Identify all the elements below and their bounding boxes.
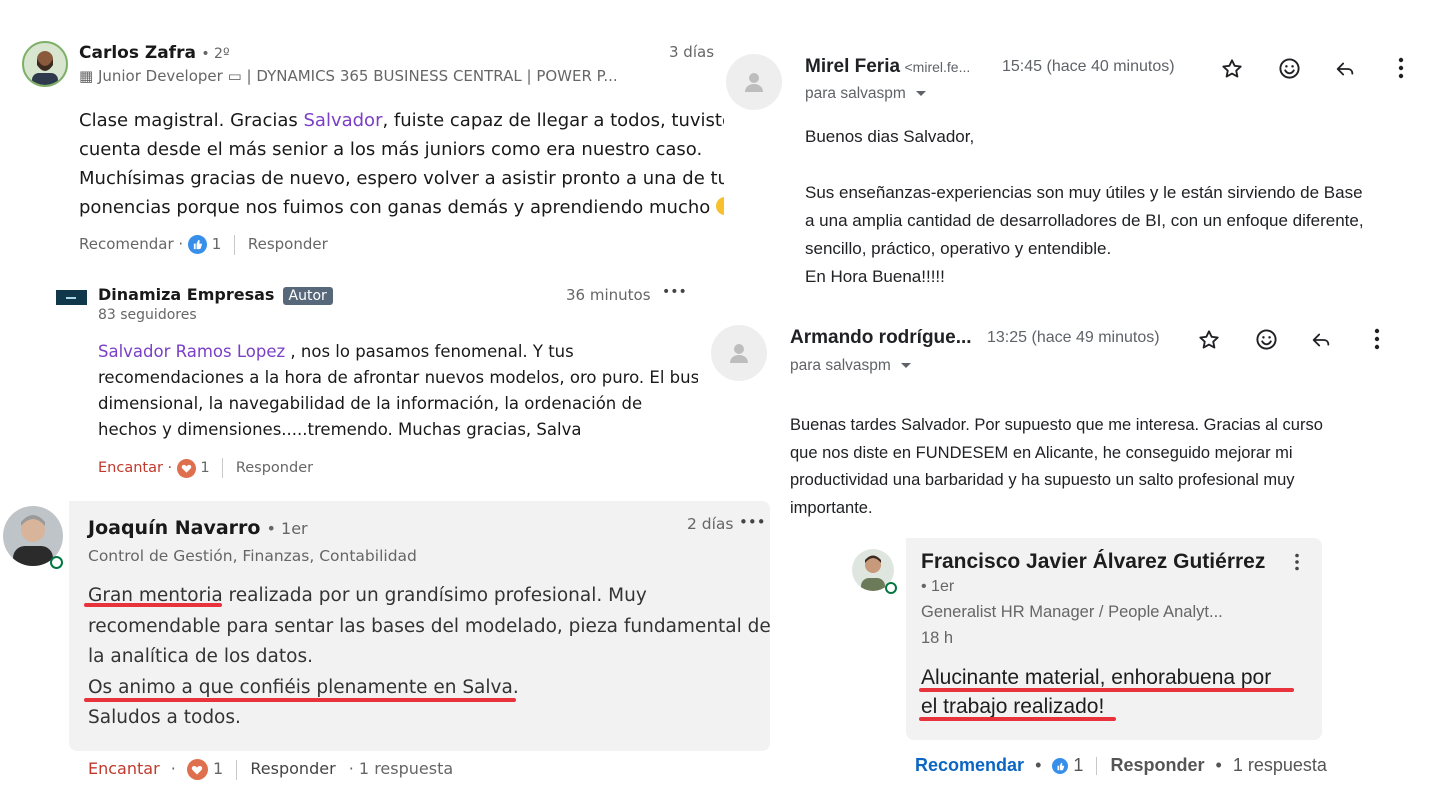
connection-degree: • 1er	[921, 578, 955, 595]
email-time: 15:45 (hace 40 minutos)	[1002, 58, 1175, 75]
highlight-underline	[84, 698, 516, 702]
online-status-icon	[50, 556, 63, 569]
email-body: Buenos dias Salvador, Sus enseñanzas-exp…	[805, 127, 1364, 286]
comment-time: 36 minutos	[566, 286, 651, 304]
online-status-icon	[885, 582, 897, 594]
highlight-underline	[919, 688, 1294, 692]
like-button[interactable]: Recomendar ·	[79, 235, 183, 253]
replies-count[interactable]: · 1 respuesta	[349, 759, 453, 778]
star-icon[interactable]	[1194, 325, 1224, 355]
comment-time: 3 días	[669, 43, 715, 61]
connection-degree: • 2º	[201, 46, 230, 62]
author-headline: Generalist HR Manager / People Analyt...	[921, 603, 1223, 621]
author-headline: Control de Gestión, Finanzas, Contabilid…	[88, 547, 417, 565]
love-button[interactable]: Encantar ·	[98, 460, 172, 476]
more-options[interactable]: •••	[739, 513, 766, 531]
love-button[interactable]: Encantar	[88, 759, 160, 778]
heart-icon	[176, 458, 196, 478]
author-name[interactable]: Francisco Javier Álvarez Gutiérrez	[921, 550, 1265, 574]
love-count: 1	[213, 759, 224, 778]
reply-arrow-icon[interactable]	[1330, 54, 1360, 84]
author-name[interactable]: Carlos Zafra	[79, 43, 196, 63]
comment-text: Salvador Ramos Lopez , nos lo pasamos fe…	[98, 342, 698, 439]
connection-degree: • 1er	[266, 519, 308, 538]
person-icon	[745, 73, 763, 92]
sender-email: <mirel.fe...	[904, 59, 971, 75]
mention-link[interactable]: Salvador	[303, 110, 382, 131]
avatar-placeholder	[711, 325, 767, 381]
email-recipient[interactable]: para salvaspm	[805, 85, 927, 103]
smiley-icon[interactable]	[1251, 324, 1281, 354]
avatar-placeholder	[726, 54, 782, 110]
comment-actions: Recomendar · 1 Responder	[79, 234, 328, 255]
thumbs-up-icon	[1052, 758, 1069, 775]
reply-button[interactable]: Responder	[1110, 755, 1204, 775]
email-recipient[interactable]: para salvaspm	[790, 357, 912, 375]
email-body: Buenas tardes Salvador. Por supuesto que…	[790, 416, 1323, 517]
reply-arrow-icon[interactable]	[1306, 325, 1336, 355]
chevron-down-icon[interactable]	[901, 363, 912, 369]
kebab-icon[interactable]	[1294, 553, 1300, 575]
person-icon	[32, 51, 58, 85]
person-icon	[730, 344, 748, 363]
sender-name[interactable]: Mirel Feria	[805, 56, 900, 77]
author-badge: Autor	[282, 287, 333, 305]
company-logo[interactable]	[56, 290, 87, 305]
smiley-icon[interactable]	[1274, 53, 1304, 83]
chevron-down-icon[interactable]	[916, 91, 927, 97]
email-time: 13:25 (hace 49 minutos)	[987, 329, 1160, 346]
thumbs-up-icon	[187, 235, 207, 254]
star-icon[interactable]	[1217, 54, 1247, 84]
like-button[interactable]: Recomendar	[915, 755, 1024, 775]
replies-count[interactable]: 1 respuesta	[1233, 755, 1327, 775]
kebab-icon[interactable]	[1362, 324, 1392, 354]
comment-time: 18 h	[921, 629, 954, 647]
comment-actions: Recomendar • 1 Responder • 1 respuesta	[915, 755, 1327, 776]
like-count: 1	[1073, 755, 1084, 775]
heart-icon	[186, 759, 208, 780]
author-name[interactable]: Joaquín Navarro	[88, 517, 260, 539]
reply-button[interactable]: Responder	[248, 235, 328, 253]
mention-link[interactable]: Salvador Ramos Lopez	[98, 342, 285, 361]
comment-actions: Encantar · 1 Responder	[98, 458, 313, 478]
comment-text: Clase magistral. Gracias Salvador, fuist…	[79, 106, 724, 222]
highlight-underline	[919, 717, 1116, 721]
comment-time: 2 días	[687, 515, 734, 533]
author-name[interactable]: Dinamiza Empresas	[98, 285, 274, 304]
reply-button[interactable]: Responder	[236, 460, 313, 476]
kebab-icon[interactable]	[1386, 53, 1416, 83]
sender-name[interactable]: Armando rodrígue...	[790, 327, 972, 349]
avatar-carlos[interactable]	[22, 41, 68, 87]
emoji-icon	[716, 197, 724, 215]
highlight-underline	[84, 603, 222, 607]
reply-button[interactable]: Responder	[250, 759, 335, 778]
more-options[interactable]: •••	[662, 284, 687, 300]
author-headline: ▦ Junior Developer ▭ | DYNAMICS 365 BUSI…	[79, 67, 618, 85]
love-count: 1	[200, 460, 210, 476]
comment-text: Alucinante material, enhorabuena por el …	[921, 666, 1272, 718]
comment-actions: Encantar · 1 Responder · 1 respuesta	[88, 759, 454, 780]
followers-count: 83 seguidores	[98, 307, 197, 323]
like-count: 1	[211, 235, 222, 253]
